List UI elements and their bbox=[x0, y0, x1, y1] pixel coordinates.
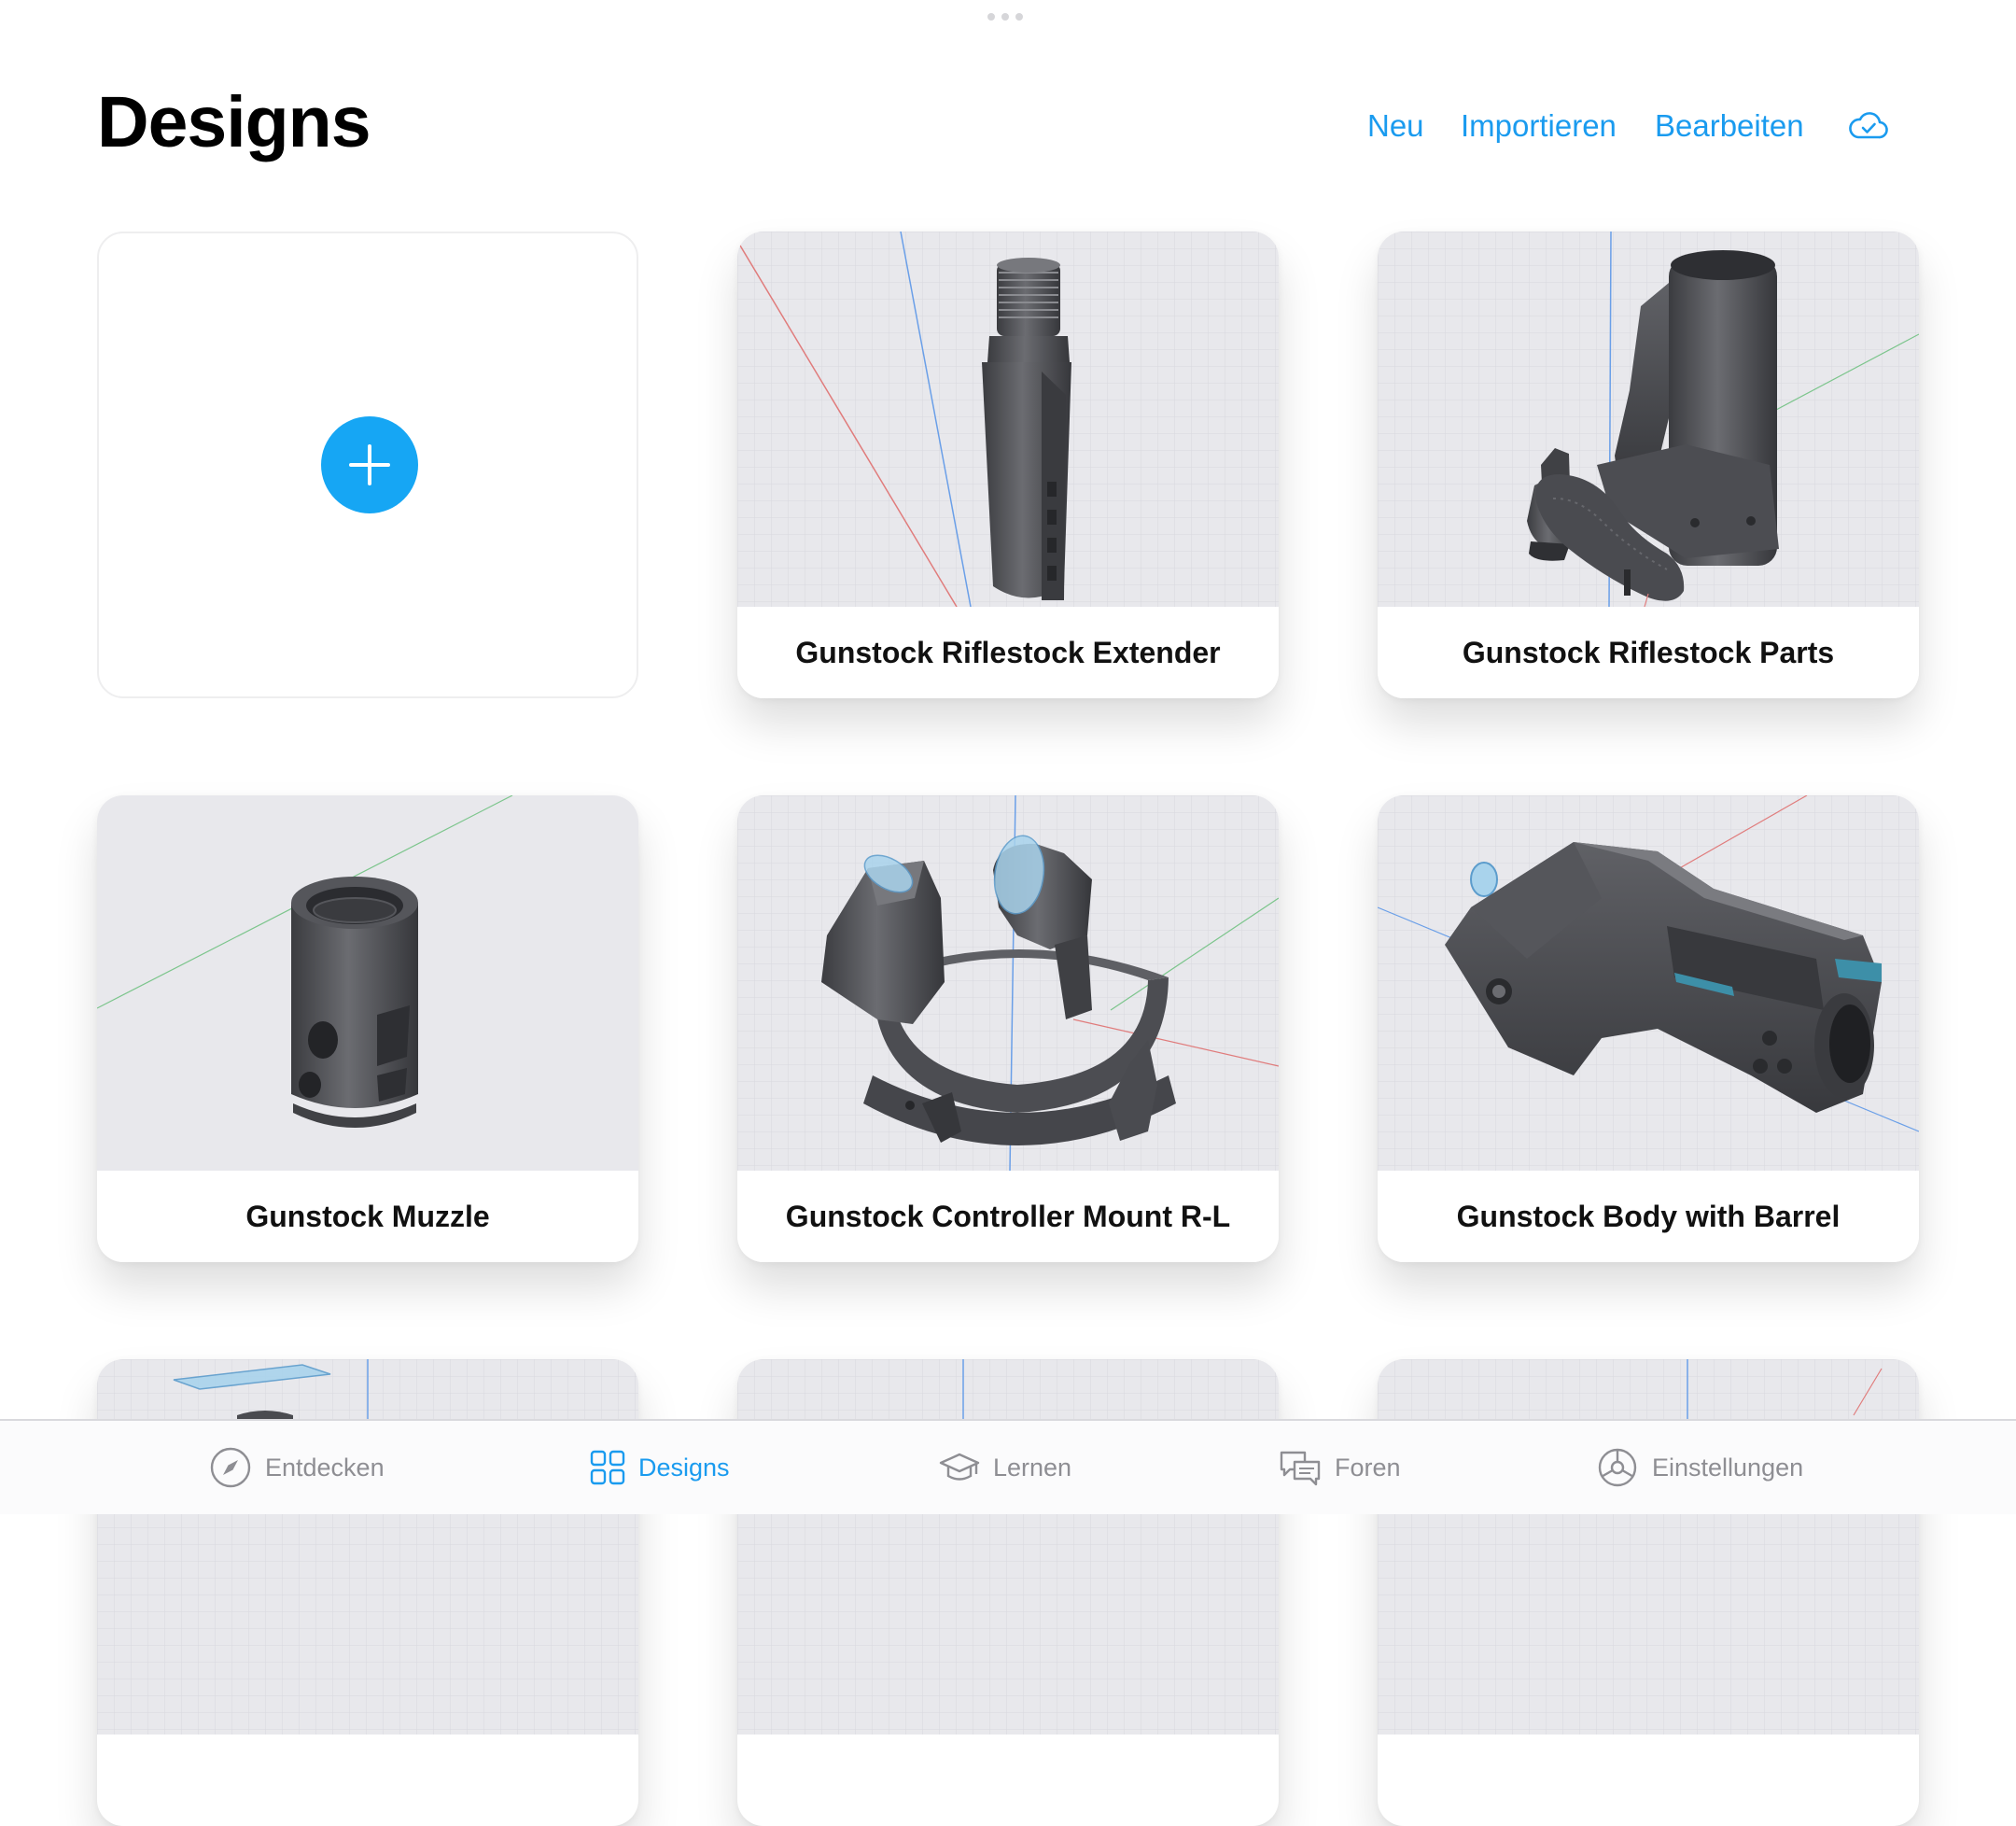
design-thumbnail bbox=[1378, 232, 1919, 607]
edit-button[interactable]: Bearbeiten bbox=[1655, 103, 1804, 149]
design-card[interactable]: Gunstock Controller Mount R-L bbox=[737, 795, 1279, 1262]
window-grabber[interactable] bbox=[987, 13, 1023, 21]
design-thumbnail bbox=[1378, 795, 1919, 1171]
page-title: Designs bbox=[97, 82, 371, 162]
tab-foren[interactable]: Foren bbox=[1279, 1421, 1401, 1514]
design-card[interactable]: Gunstock Body with Barrel bbox=[1378, 795, 1919, 1262]
design-name: Gunstock Controller Mount R-L bbox=[737, 1171, 1279, 1262]
cloud-sync-button[interactable] bbox=[1848, 110, 1889, 142]
new-design-card[interactable] bbox=[97, 232, 638, 698]
tab-label: Lernen bbox=[993, 1453, 1072, 1482]
import-button[interactable]: Importieren bbox=[1461, 103, 1617, 149]
design-thumbnail bbox=[737, 1359, 1279, 1735]
tab-entdecken[interactable]: Entdecken bbox=[209, 1421, 385, 1514]
design-name: Gunstock Riflestock Extender bbox=[737, 607, 1279, 698]
new-button[interactable]: Neu bbox=[1367, 103, 1424, 149]
design-thumbnail bbox=[97, 1359, 638, 1735]
design-thumbnail bbox=[737, 232, 1279, 607]
tab-label: Entdecken bbox=[265, 1453, 385, 1482]
grabber-dot bbox=[1001, 13, 1009, 21]
design-name: Gunstock Riflestock Parts bbox=[1378, 607, 1919, 698]
grabber-dot bbox=[987, 13, 995, 21]
tab-lernen[interactable]: Lernen bbox=[939, 1421, 1071, 1514]
tab-einstellungen[interactable]: Einstellungen bbox=[1596, 1421, 1803, 1514]
design-name: Gunstock Body with Barrel bbox=[1378, 1171, 1919, 1262]
design-card[interactable]: Gunstock Riflestock Extender bbox=[737, 232, 1279, 698]
design-thumbnail bbox=[97, 795, 638, 1171]
plus-icon bbox=[349, 444, 390, 485]
grabber-dot bbox=[1015, 13, 1023, 21]
design-name: Gunstock Muzzle bbox=[97, 1171, 638, 1262]
tab-label: Foren bbox=[1335, 1453, 1401, 1482]
cloud-check-icon bbox=[1849, 112, 1888, 139]
design-card[interactable]: Gunstock Muzzle bbox=[97, 795, 638, 1262]
gear-icon bbox=[1598, 1448, 1637, 1487]
add-design-button[interactable] bbox=[321, 416, 418, 513]
tab-bar: Entdecken Designs Lernen Foren Einstellu… bbox=[0, 1419, 2016, 1514]
tab-label: Designs bbox=[638, 1453, 730, 1482]
design-card[interactable]: Gunstock Riflestock Parts bbox=[1378, 232, 1919, 698]
graduation-cap-icon bbox=[939, 1453, 980, 1481]
design-thumbnail bbox=[737, 795, 1279, 1171]
grid-icon bbox=[590, 1450, 625, 1485]
tab-designs[interactable]: Designs bbox=[590, 1421, 730, 1514]
design-thumbnail bbox=[1378, 1359, 1919, 1735]
tab-label: Einstellungen bbox=[1652, 1453, 1804, 1482]
chat-bubbles-icon bbox=[1280, 1451, 1321, 1486]
compass-icon bbox=[210, 1447, 251, 1488]
